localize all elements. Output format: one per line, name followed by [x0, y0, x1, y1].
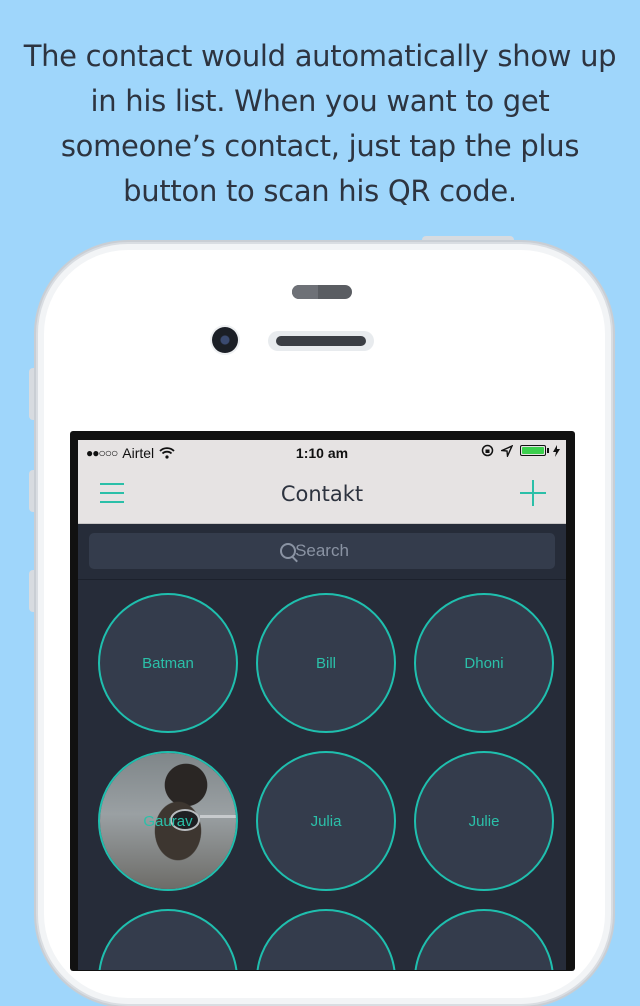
contact-bubble[interactable] — [414, 909, 554, 970]
contact-bubble[interactable]: Dhoni — [414, 593, 554, 733]
promo-caption: The contact would automatically show up … — [23, 39, 617, 208]
contact-bubble[interactable]: Batman — [98, 593, 238, 733]
contact-bubble[interactable] — [256, 909, 396, 970]
navigation-bar: Contakt — [78, 467, 566, 524]
search-bar — [78, 524, 566, 580]
app-screen: ●●○○○ Airtel 1:10 am Contakt Search Batm… — [78, 440, 566, 970]
contact-name: Dhoni — [464, 654, 504, 672]
add-contact-button[interactable] — [520, 480, 546, 506]
contact-name: Gaurav — [143, 812, 193, 830]
earpiece-speaker — [268, 331, 374, 351]
search-icon — [280, 543, 296, 559]
contact-bubble[interactable]: Bill — [256, 593, 396, 733]
battery-icon — [520, 445, 549, 456]
front-camera — [212, 327, 238, 353]
contact-bubble[interactable]: Julia — [256, 751, 396, 891]
charging-bolt-icon — [553, 444, 560, 457]
search-input[interactable] — [89, 533, 555, 569]
contact-name: Julie — [468, 812, 500, 830]
contact-bubble[interactable]: Gaurav — [98, 751, 238, 891]
location-arrow-icon — [501, 444, 513, 457]
contact-name: Batman — [142, 654, 194, 672]
contact-name: Julia — [310, 812, 342, 830]
contact-bubble[interactable]: Julie — [414, 751, 554, 891]
contact-bubble[interactable] — [98, 909, 238, 970]
proximity-sensor — [292, 285, 352, 299]
rotation-lock-icon — [481, 444, 494, 457]
status-bar: ●●○○○ Airtel 1:10 am — [78, 440, 566, 467]
app-title: Contakt — [280, 482, 364, 506]
contact-name: Bill — [315, 654, 336, 672]
